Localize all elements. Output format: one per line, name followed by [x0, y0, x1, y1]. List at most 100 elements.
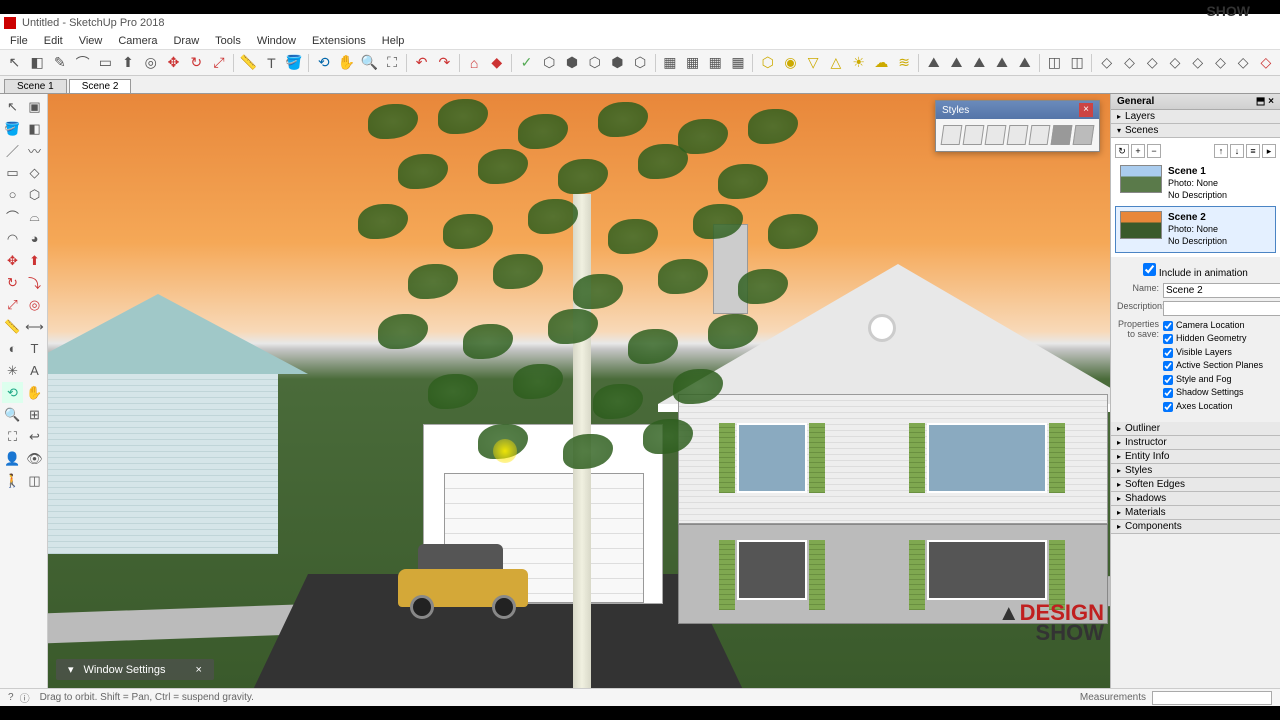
rotated-rect-tool-icon[interactable]: ◇	[24, 162, 45, 183]
line-icon[interactable]: ✎	[49, 52, 70, 74]
close-icon[interactable]: ×	[1079, 103, 1093, 117]
paint-icon[interactable]: 🪣	[284, 52, 305, 74]
menu-help[interactable]: Help	[376, 35, 411, 47]
circle-tool-icon[interactable]: ○	[2, 184, 23, 205]
pushpull-tool-icon[interactable]: ⬆	[24, 250, 45, 271]
check-section[interactable]	[1163, 361, 1173, 371]
section-tool-icon[interactable]: ◫	[24, 470, 45, 491]
menu-extensions[interactable]: Extensions	[306, 35, 372, 47]
move-icon[interactable]: ✥	[163, 52, 184, 74]
offset-icon[interactable]: ◎	[140, 52, 161, 74]
orbit-icon[interactable]: ⟲	[313, 52, 334, 74]
check-style[interactable]	[1163, 375, 1173, 385]
scale-tool-icon[interactable]: ⤢	[2, 294, 23, 315]
close-icon[interactable]: ×	[195, 664, 201, 676]
scale-icon[interactable]: ⤢	[209, 52, 230, 74]
tray-scenes[interactable]: Scenes	[1111, 124, 1280, 138]
warehouse-icon[interactable]: ⌂	[464, 52, 485, 74]
camera-iso-icon[interactable]: ◉	[780, 52, 801, 74]
menu-file[interactable]: File	[4, 35, 34, 47]
style-swatch[interactable]	[941, 125, 963, 145]
protractor-tool-icon[interactable]: ◐	[2, 338, 23, 359]
component-tool-icon[interactable]: ▣	[24, 96, 45, 117]
tape-icon[interactable]: 📏	[238, 52, 259, 74]
position-cam-icon[interactable]: 👤	[2, 448, 23, 469]
eraser-icon[interactable]: ◧	[27, 52, 48, 74]
lookaround-icon[interactable]: 👁	[24, 448, 45, 469]
tray-outliner[interactable]: Outliner	[1111, 422, 1280, 436]
check-layers[interactable]	[1163, 348, 1173, 358]
include-animation-check[interactable]	[1143, 263, 1156, 276]
rotate-tool-icon[interactable]: ↻	[2, 272, 23, 293]
tray-soften[interactable]: Soften Edges	[1111, 478, 1280, 492]
tray-materials[interactable]: Materials	[1111, 506, 1280, 520]
style5-icon[interactable]: ◇	[1187, 52, 1208, 74]
chevron-down-icon[interactable]: ▾	[68, 663, 74, 676]
view3-icon[interactable]: ▦	[705, 52, 726, 74]
tray-entity-info[interactable]: Entity Info	[1111, 450, 1280, 464]
move-tool-icon[interactable]: ✥	[2, 250, 23, 271]
help-icon[interactable]: ?	[8, 692, 14, 703]
select-icon[interactable]: ↖	[4, 52, 25, 74]
select-tool-icon[interactable]: ↖	[2, 96, 23, 117]
undo-icon[interactable]: ↶	[411, 52, 432, 74]
style3-icon[interactable]: ◇	[1142, 52, 1163, 74]
scene-up-icon[interactable]: ↑	[1214, 144, 1228, 158]
tray-shadows[interactable]: Shadows	[1111, 492, 1280, 506]
offset-tool-icon[interactable]: ◎	[24, 294, 45, 315]
tray-styles[interactable]: Styles	[1111, 464, 1280, 478]
tray-instructor[interactable]: Instructor	[1111, 436, 1280, 450]
scene-list-item-1[interactable]: Scene 1Photo: NoneNo Description	[1115, 160, 1276, 206]
menu-window[interactable]: Window	[251, 35, 302, 47]
walk-icon[interactable]: 🚶	[2, 470, 23, 491]
text-icon[interactable]: T	[261, 52, 282, 74]
camera-front-icon[interactable]: △	[826, 52, 847, 74]
scene-desc-input[interactable]	[1163, 301, 1280, 316]
check-hidden[interactable]	[1163, 334, 1173, 344]
style4-icon[interactable]: ◇	[1165, 52, 1186, 74]
line-tool-icon[interactable]: ／	[2, 140, 23, 161]
tray-layers[interactable]: Layers	[1111, 110, 1280, 124]
eraser-tool-icon[interactable]: ◧	[24, 118, 45, 139]
paint-tool-icon[interactable]: 🪣	[2, 118, 23, 139]
pie-tool-icon[interactable]: ◕	[24, 228, 45, 249]
styles-floating-panel[interactable]: Styles ×	[935, 100, 1100, 152]
redo-icon[interactable]: ↷	[434, 52, 455, 74]
sandbox4-icon[interactable]: ⛰	[992, 52, 1013, 74]
shape-icon[interactable]: ▭	[95, 52, 116, 74]
check-camera[interactable]	[1163, 321, 1173, 331]
prev-tool-icon[interactable]: ↩	[24, 426, 45, 447]
tray-components[interactable]: Components	[1111, 520, 1280, 534]
3dtext-tool-icon[interactable]: A	[24, 360, 45, 381]
axes-tool-icon[interactable]: ✳	[2, 360, 23, 381]
zoom-tool-icon[interactable]: 🔍	[2, 404, 23, 425]
window-settings-bar[interactable]: ▾ Window Settings ×	[56, 659, 214, 680]
zoom-icon[interactable]: 🔍	[359, 52, 380, 74]
arc2-tool-icon[interactable]: ⌓	[24, 206, 45, 227]
extension-icon[interactable]: ◆	[486, 52, 507, 74]
orbit-tool-icon[interactable]: ⟲	[2, 382, 23, 403]
style8-icon[interactable]: ◇	[1256, 52, 1277, 74]
check-shadow[interactable]	[1163, 388, 1173, 398]
solid-union-icon[interactable]: ⬡	[539, 52, 560, 74]
menu-tools[interactable]: Tools	[209, 35, 247, 47]
zoomext-tool-icon[interactable]: ⛶	[2, 426, 23, 447]
style2-icon[interactable]: ◇	[1119, 52, 1140, 74]
zoomwin-tool-icon[interactable]: ⊞	[24, 404, 45, 425]
scene-menu-icon[interactable]: ▸	[1262, 144, 1276, 158]
view4-icon[interactable]: ▦	[728, 52, 749, 74]
menu-draw[interactable]: Draw	[167, 35, 205, 47]
sandbox2-icon[interactable]: ⛰	[946, 52, 967, 74]
menu-camera[interactable]: Camera	[112, 35, 163, 47]
section-icon[interactable]: ◫	[1044, 52, 1065, 74]
measurements-input[interactable]	[1152, 691, 1272, 705]
arc-icon[interactable]: ⌒	[72, 52, 93, 74]
scene-down-icon[interactable]: ↓	[1230, 144, 1244, 158]
scene-list-icon[interactable]: ≡	[1246, 144, 1260, 158]
cloud-icon[interactable]: ☁	[871, 52, 892, 74]
style-swatch[interactable]	[963, 125, 985, 145]
style-swatch[interactable]	[1007, 125, 1029, 145]
tape-tool-icon[interactable]: 📏	[2, 316, 23, 337]
pushpull-icon[interactable]: ⬆	[118, 52, 139, 74]
sun-icon[interactable]: ☀	[848, 52, 869, 74]
